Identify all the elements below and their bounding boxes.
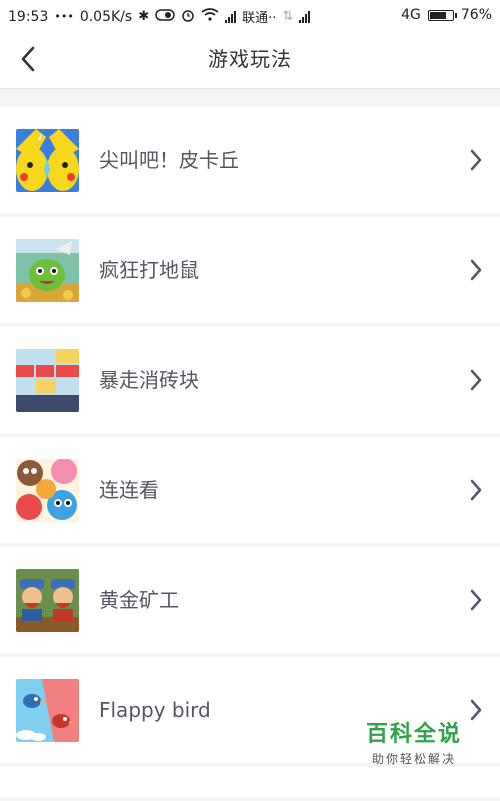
flappy-bird-thumbnail bbox=[16, 679, 79, 742]
game-label: 黄金矿工 bbox=[99, 588, 179, 612]
game-item-brick-breaker[interactable]: 暴走消砖块 bbox=[0, 327, 500, 433]
game-label: Flappy bird bbox=[99, 698, 211, 722]
signal-icon bbox=[225, 10, 237, 23]
watermark: 百科全说 助你轻松解决 bbox=[364, 716, 464, 767]
watermark-subtitle: 助你轻松解决 bbox=[371, 752, 456, 766]
signal-icon-2 bbox=[299, 10, 311, 23]
battery-percent: 76% bbox=[460, 7, 492, 23]
bluetooth-icon: ✱ bbox=[138, 8, 150, 24]
chevron-right-icon bbox=[470, 699, 482, 721]
network-speed: 0.05K/s bbox=[79, 8, 133, 25]
chevron-right-icon bbox=[470, 369, 482, 391]
game-label: 疯狂打地鼠 bbox=[99, 258, 199, 282]
wifi-icon bbox=[201, 8, 219, 25]
alarm-icon bbox=[181, 8, 195, 26]
game-list: 尖叫吧！皮卡丘 疯狂打地鼠 暴走消砖块 连连看 黄金矿工 Flappy bird bbox=[0, 107, 500, 801]
toggle-icon bbox=[155, 8, 175, 25]
game-label: 连连看 bbox=[99, 478, 159, 502]
data-arrows-icon: ⇅ bbox=[282, 8, 294, 24]
chevron-right-icon bbox=[470, 479, 482, 501]
notification-dots: ••• bbox=[54, 10, 74, 23]
status-bar: 19:53 ••• 0.05K/s ✱ 联通·· ⇅ 4G 76% bbox=[0, 0, 500, 30]
gold-miner-thumbnail bbox=[16, 569, 79, 632]
whack-a-mole-thumbnail bbox=[16, 239, 79, 302]
game-label: 尖叫吧！皮卡丘 bbox=[99, 148, 239, 172]
chevron-right-icon bbox=[470, 149, 482, 171]
game-item-link-match[interactable]: 连连看 bbox=[0, 437, 500, 543]
chevron-right-icon bbox=[470, 259, 482, 281]
game-item-pikachu[interactable]: 尖叫吧！皮卡丘 bbox=[0, 107, 500, 213]
game-item-partial[interactable] bbox=[0, 767, 500, 797]
watermark-title: 百科全说 bbox=[365, 722, 462, 747]
link-match-thumbnail bbox=[16, 459, 79, 522]
app-header: 游戏玩法 bbox=[0, 30, 500, 89]
game-label: 暴走消砖块 bbox=[99, 368, 199, 392]
chevron-right-icon bbox=[470, 589, 482, 611]
network-type: 4G bbox=[401, 7, 421, 23]
pikachu-thumbnail bbox=[16, 129, 79, 192]
brick-breaker-thumbnail bbox=[16, 349, 79, 412]
page-title: 游戏玩法 bbox=[208, 47, 292, 71]
clock: 19:53 bbox=[8, 8, 49, 25]
game-item-whack-a-mole[interactable]: 疯狂打地鼠 bbox=[0, 217, 500, 323]
carrier-label: 联通·· bbox=[242, 11, 277, 26]
battery-icon bbox=[427, 9, 457, 21]
game-item-gold-miner[interactable]: 黄金矿工 bbox=[0, 547, 500, 653]
